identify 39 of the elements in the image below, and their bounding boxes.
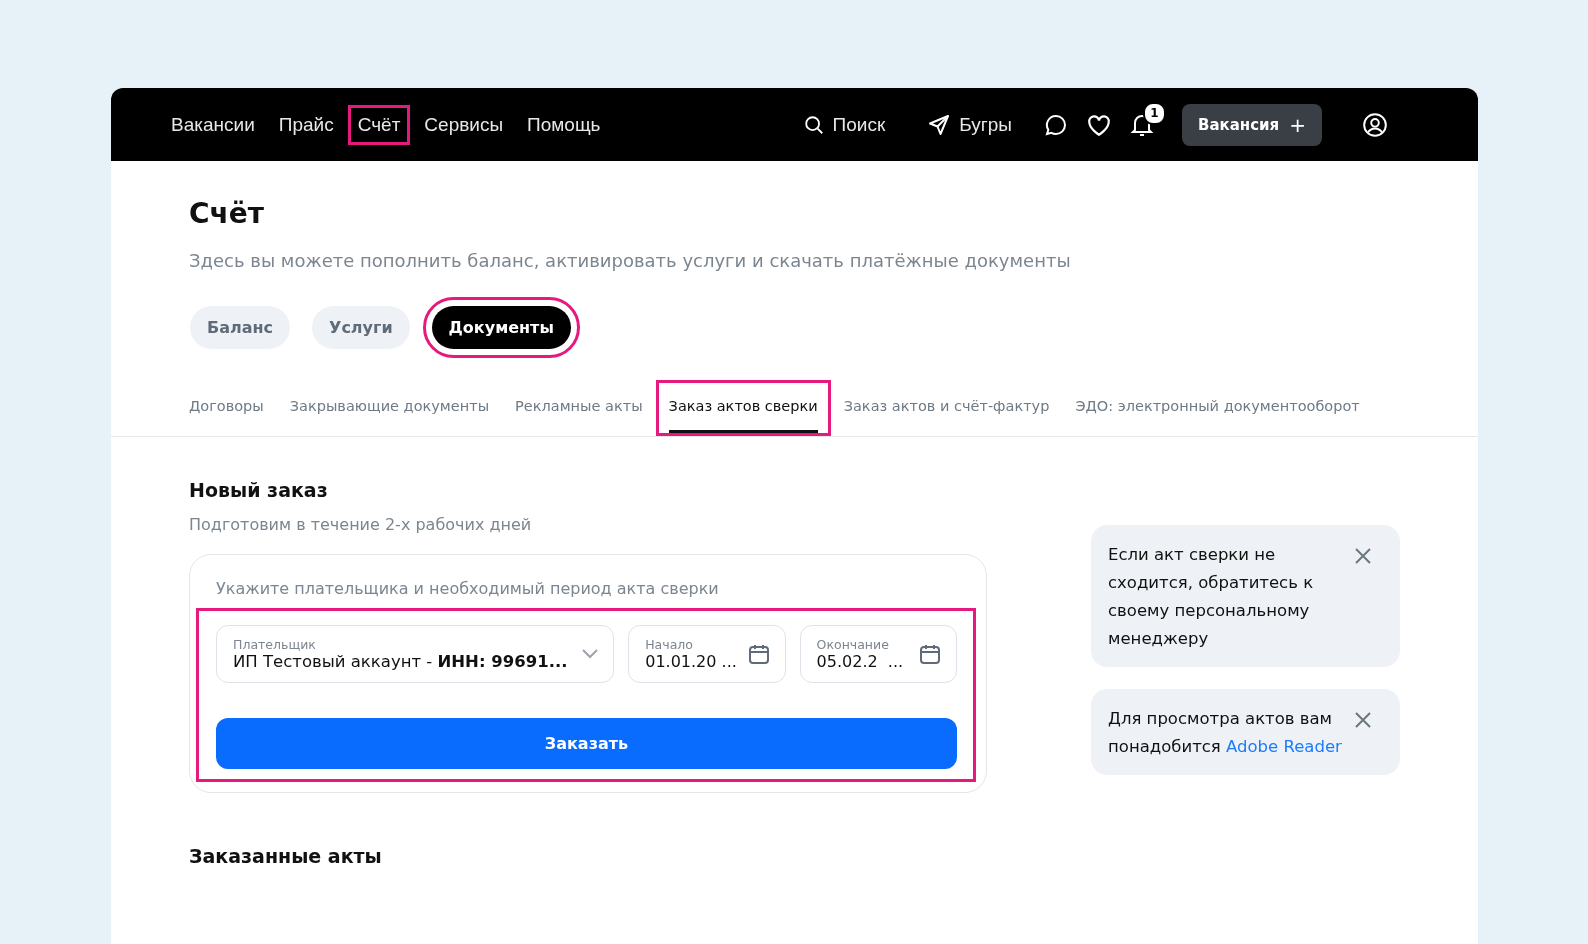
page-subtitle: Здесь вы можете пополнить баланс, активировать услуги и скачать платёжные документы: [189, 250, 1072, 271]
nav-link[interactable]: Счёт: [347, 104, 411, 145]
payer-select[interactable]: Плательщик ИП Тестовый аккаунт - ИНН: 99691...: [216, 625, 615, 683]
section-title: Заказанные акты: [189, 845, 383, 867]
close-icon[interactable]: [1354, 547, 1372, 565]
nav-link[interactable]: Сервисы: [414, 104, 514, 145]
section-title: Новый заказ: [189, 479, 329, 501]
calendar-icon: [918, 642, 942, 666]
notice-text: Для просмотра актов вам понадобится Adobe Reader: [1108, 708, 1343, 758]
send-icon: [927, 112, 952, 137]
page-title: Счёт: [189, 197, 265, 230]
search-icon: [802, 113, 825, 136]
heart-icon[interactable]: [1085, 112, 1112, 137]
chat-icon[interactable]: [1043, 112, 1068, 137]
document-tab[interactable]: Договоры: [189, 383, 264, 433]
search-link[interactable]: Поиск: [792, 104, 896, 145]
nav-link[interactable]: Вакансии: [161, 104, 265, 145]
form-hint: Укажите плательщика и необходимый период акта сверки: [216, 579, 720, 598]
close-icon[interactable]: [1354, 711, 1372, 729]
notification-badge: 1: [1142, 101, 1166, 125]
document-tab[interactable]: Закрывающие документы: [289, 383, 490, 433]
segment-tab[interactable]: Баланс: [190, 306, 291, 349]
nav-link[interactable]: Прайс: [268, 104, 344, 145]
document-tab[interactable]: Рекламные акты: [515, 383, 643, 433]
notice-text: Если акт сверки не сходится, обратитесь к своему персональному менеджеру: [1108, 544, 1315, 650]
calendar-icon: [746, 642, 771, 666]
document-tab[interactable]: ЭДО: электронный документооборот: [1075, 383, 1360, 433]
chevron-down-icon: [581, 649, 600, 659]
vacancy-button[interactable]: Вакансия +: [1181, 103, 1322, 146]
bugry-link[interactable]: Бугры: [917, 103, 1022, 146]
user-icon[interactable]: [1362, 111, 1388, 138]
document-tab[interactable]: Заказ актов и счёт-фактур: [843, 383, 1050, 433]
adobe-reader-link[interactable]: Adobe Reader: [1226, 737, 1342, 756]
section-subtitle: Подготовим в течение 2-х рабочих дней: [189, 515, 533, 534]
segment-tab[interactable]: Услуги: [312, 306, 410, 349]
order-button[interactable]: Заказать: [216, 718, 957, 769]
nav-link[interactable]: Помощь: [517, 104, 611, 145]
date-field[interactable]: Окончание 05.02.2 ...: [799, 625, 957, 683]
date-field[interactable]: Начало 01.01.20 ...: [628, 625, 786, 683]
